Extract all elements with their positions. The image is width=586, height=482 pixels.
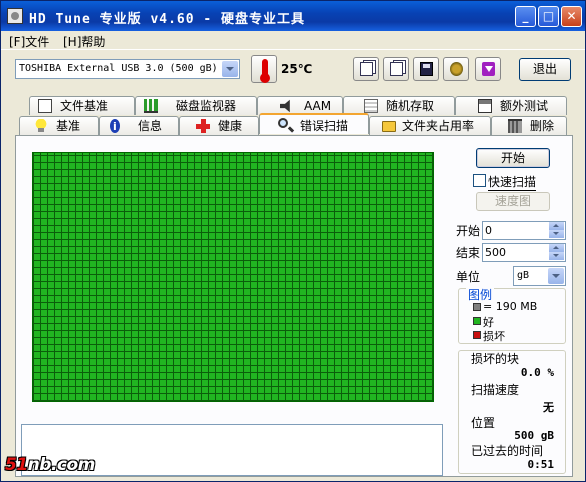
quick-scan-checkbox[interactable] (473, 174, 486, 187)
legend-swatch-damaged (473, 331, 481, 339)
watermark-number: 51 (5, 455, 28, 475)
save-button[interactable] (413, 57, 439, 81)
copy-icon (360, 62, 373, 76)
thermometer-icon (260, 59, 270, 83)
tab-error-scan[interactable]: 错误扫描 (259, 113, 369, 134)
exit-button[interactable]: 退出 (519, 58, 571, 81)
legend-damaged: 损坏 (483, 330, 505, 343)
tab-file-benchmark[interactable]: 文件基准 (29, 96, 135, 115)
window-title: HD Tune 专业版 v4.60 - 硬盘专业工具 (29, 12, 306, 27)
spin-up-icon[interactable] (549, 222, 564, 230)
elapsed-time-label: 已过去的时间 (471, 444, 544, 458)
toolbar: TOSHIBA External USB 3.0 (500 gB) 25℃ 退出 (1, 51, 585, 89)
title-bar[interactable]: HD Tune 专业版 v4.60 - 硬盘专业工具 _ □ ✕ (1, 1, 585, 31)
health-cross-icon (196, 119, 210, 133)
tab-health[interactable]: 健康 (179, 116, 259, 135)
copy-text-button[interactable] (353, 57, 379, 81)
close-button[interactable]: ✕ (561, 6, 582, 27)
tab-folder-usage[interactable]: 文件夹占用率 (369, 116, 491, 135)
options-icon (450, 62, 463, 76)
error-scan-panel: 开始 快速扫描 速度图 开始 0 结束 500 单位 gB 图例 = 190 M… (15, 135, 573, 477)
start-scan-button[interactable]: 开始 (476, 148, 550, 168)
unit-select-value: gB (517, 270, 530, 281)
scan-speed-value: 无 (543, 401, 554, 414)
unit-label: 单位 (456, 270, 481, 284)
chevron-down-icon[interactable] (548, 268, 564, 284)
legend-swatch-good (473, 317, 481, 325)
drive-select[interactable]: TOSHIBA External USB 3.0 (500 gB) (15, 59, 240, 79)
quick-scan-label[interactable]: 快速扫描 (488, 173, 537, 191)
scan-speed-label: 扫描速度 (471, 383, 520, 397)
damaged-blocks-value: 0.0 % (520, 366, 554, 379)
tab-label: 健康 (218, 119, 243, 133)
copy-screenshot-button[interactable] (383, 57, 409, 81)
random-icon (364, 99, 378, 113)
tab-label: 文件夹占用率 (402, 119, 475, 133)
tab-label: 磁盘监视器 (176, 99, 237, 113)
scan-block-map (32, 152, 434, 402)
menu-help[interactable]: [H]帮助 (63, 33, 105, 50)
spin-down-icon[interactable] (549, 230, 564, 238)
temperature-button[interactable] (251, 55, 277, 83)
floppy-disk-icon (420, 62, 433, 76)
download-button[interactable] (475, 57, 501, 81)
maximize-button[interactable]: □ (538, 6, 559, 27)
chevron-down-icon[interactable] (222, 61, 238, 77)
position-label: 位置 (471, 416, 496, 430)
hdtune-app-icon (7, 8, 23, 24)
legend-block-size: = 190 MB (483, 300, 538, 313)
bulb-icon (34, 119, 48, 133)
main-window: HD Tune 专业版 v4.60 - 硬盘专业工具 _ □ ✕ [F]文件 [… (0, 0, 586, 482)
start-position-value: 0 (485, 224, 492, 237)
spin-up-icon[interactable] (549, 244, 564, 252)
tab-info[interactable]: 信息 (99, 116, 179, 135)
tab-label: 额外测试 (500, 99, 549, 113)
folder-icon (382, 121, 396, 132)
extra-test-icon (478, 99, 492, 113)
download-arrow-icon (482, 62, 495, 76)
options-button[interactable] (443, 57, 469, 81)
tab-erase[interactable]: 删除 (491, 116, 567, 135)
watermark-domain: nb.com (27, 455, 96, 475)
speaker-icon (280, 99, 290, 113)
unit-select[interactable]: gB (513, 266, 566, 286)
tab-label: 删除 (530, 119, 555, 133)
legend-swatch-block-size (473, 303, 481, 311)
temperature-value: 25℃ (281, 62, 313, 76)
tab-label: 基准 (56, 119, 81, 133)
chart-icon (144, 99, 158, 113)
menu-bar: [F]文件 [H]帮助 (1, 31, 585, 50)
elapsed-time-value: 0:51 (527, 458, 555, 471)
magnifier-icon (278, 118, 288, 128)
position-value: 500 gB (514, 429, 554, 442)
tab-extra-tests[interactable]: 额外测试 (455, 96, 567, 115)
start-position-input[interactable]: 0 (482, 221, 566, 240)
spin-down-icon[interactable] (549, 252, 564, 260)
tab-benchmark[interactable]: 基准 (19, 116, 99, 135)
tab-label: 信息 (138, 119, 163, 133)
end-position-label: 结束 (456, 246, 481, 260)
info-icon (110, 118, 120, 135)
drive-select-value: TOSHIBA External USB 3.0 (500 gB) (19, 63, 218, 74)
site-watermark: 51nb.com (5, 455, 95, 475)
end-position-value: 500 (485, 246, 506, 259)
tab-label: 错误扫描 (300, 119, 349, 133)
menu-file[interactable]: [F]文件 (9, 33, 49, 50)
document-icon (38, 99, 52, 113)
end-position-input[interactable]: 500 (482, 243, 566, 262)
start-position-label: 开始 (456, 224, 481, 238)
tab-label: 文件基准 (60, 99, 109, 113)
tab-label: 随机存取 (386, 99, 435, 113)
trash-icon (508, 119, 522, 133)
speed-map-button[interactable]: 速度图 (476, 192, 550, 211)
tab-disk-monitor[interactable]: 磁盘监视器 (135, 96, 257, 115)
damaged-blocks-label: 损坏的块 (471, 352, 520, 366)
copy-image-icon (390, 62, 403, 76)
minimize-button[interactable]: _ (515, 6, 536, 27)
